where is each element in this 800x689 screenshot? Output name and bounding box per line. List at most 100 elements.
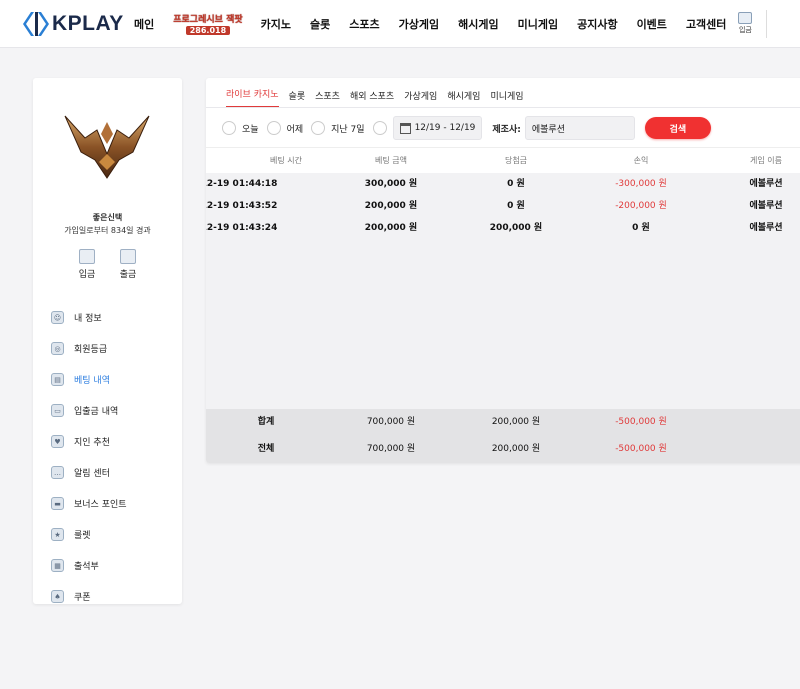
nav-customer-center[interactable]: 고객센터 bbox=[686, 16, 726, 32]
total-win: 200,000 원 bbox=[491, 444, 541, 454]
top-header: KPLAY 메인 프로그레시브 잭팟 286.018 카지노 슬롯 스포츠 가상… bbox=[0, 0, 800, 48]
total-label: 전체 bbox=[257, 444, 275, 454]
column-bet-time: 베팅 시간 bbox=[270, 156, 302, 165]
deposit-icon bbox=[79, 249, 95, 264]
bet-time: 12-19 01:44:18 bbox=[206, 179, 278, 189]
username: 좋은신택 bbox=[92, 213, 123, 222]
subtotal-row: 합계 700,000 원 200,000 원 -500,000 원 bbox=[206, 409, 800, 436]
sidebar-item-my-info[interactable]: ☺ 내 정보 bbox=[51, 302, 176, 333]
jackpot-label: 프로그레시브 잭팟 bbox=[173, 15, 243, 25]
bet-amount: 200,000 원 bbox=[364, 201, 418, 211]
column-profit-loss: 손익 bbox=[633, 156, 649, 165]
tab-mini-game[interactable]: 미니게임 bbox=[490, 89, 523, 108]
kplay-logo[interactable]: KPLAY bbox=[22, 11, 126, 37]
subtotal-label: 합계 bbox=[257, 417, 275, 427]
bet-amount: 200,000 원 bbox=[364, 223, 418, 233]
sidebar-item-betting-history[interactable]: ▤ 베팅 내역 bbox=[51, 364, 176, 395]
column-bet-amount: 베팅 금액 bbox=[375, 156, 407, 165]
sidebar-item-label: 회원등급 bbox=[74, 345, 108, 355]
search-button[interactable]: 검색 bbox=[644, 117, 711, 139]
calendar-icon bbox=[399, 122, 411, 134]
sidebar-item-label: 내 정보 bbox=[74, 314, 102, 324]
table-row: 12-19 01:43:52 200,000 원 0 원 -200,000 원 … bbox=[206, 195, 800, 217]
header-deposit-button[interactable]: 입금 bbox=[738, 12, 753, 35]
nav-notice[interactable]: 공지사항 bbox=[577, 16, 617, 32]
total-pl: -500,000 원 bbox=[615, 444, 667, 454]
header-deposit-label: 입금 bbox=[738, 26, 752, 34]
radio-last7-label: 지난 7일 bbox=[331, 124, 365, 135]
tab-live-casino[interactable]: 라이브 카지노 bbox=[226, 87, 279, 108]
tab-virtual-game[interactable]: 가상게임 bbox=[404, 89, 437, 108]
provider-label: 제조사: bbox=[492, 124, 521, 135]
sidebar-item-notification-center[interactable]: … 알림 센터 bbox=[51, 457, 176, 488]
sidebar-item-member-grade[interactable]: ◎ 회원등급 bbox=[51, 333, 176, 364]
bonus-icon: ▬ bbox=[51, 497, 64, 510]
nav-casino[interactable]: 카지노 bbox=[261, 16, 291, 32]
nav-virtual-game[interactable]: 가상게임 bbox=[399, 16, 439, 32]
table-row: 12-19 01:44:18 300,000 원 0 원 -300,000 원 … bbox=[206, 173, 800, 195]
filter-bar: 오늘 어제 지난 7일 12/19 - 12/19 제조사: 검색 bbox=[222, 115, 711, 141]
referral-icon: ♥ bbox=[51, 435, 64, 448]
table-body: 12-19 01:44:18 300,000 원 0 원 -300,000 원 … bbox=[206, 173, 800, 409]
radio-today-label: 오늘 bbox=[242, 124, 259, 135]
game-category-tabs: 라이브 카지노 슬롯 스포츠 해외 스포츠 가상게임 해시게임 미니게임 bbox=[226, 87, 534, 108]
sidebar-item-label: 보너스 포인트 bbox=[74, 500, 127, 510]
sidebar-item-roulette[interactable]: ★ 룰렛 bbox=[51, 519, 176, 550]
radio-last-7-days[interactable]: 지난 7일 bbox=[311, 121, 365, 135]
sidebar-item-attendance[interactable]: ▦ 출석부 bbox=[51, 550, 176, 581]
nav-hash-game[interactable]: 해시게임 bbox=[458, 16, 498, 32]
transaction-icon: ▭ bbox=[51, 404, 64, 417]
radio-today[interactable]: 오늘 bbox=[222, 121, 259, 135]
membership-duration: 가입일로부터 834일 경과 bbox=[64, 226, 151, 235]
winnings: 0 원 bbox=[507, 201, 525, 211]
tab-sports[interactable]: 스포츠 bbox=[315, 89, 340, 108]
deposit-button[interactable]: 입금 bbox=[72, 249, 102, 280]
sidebar-item-transaction-history[interactable]: ▭ 입출금 내역 bbox=[51, 395, 176, 426]
provider-input[interactable] bbox=[524, 116, 635, 140]
nav-sports[interactable]: 스포츠 bbox=[349, 16, 379, 32]
nav-slot[interactable]: 슬롯 bbox=[310, 16, 330, 32]
chat-icon: … bbox=[51, 466, 64, 479]
sidebar-item-bonus-point[interactable]: ▬ 보너스 포인트 bbox=[51, 488, 176, 519]
nav-progressive-jackpot[interactable]: 프로그레시브 잭팟 286.018 bbox=[173, 12, 243, 35]
radio-circle bbox=[372, 121, 387, 135]
date-range-picker[interactable]: 12/19 - 12/19 bbox=[392, 116, 483, 140]
nav-event[interactable]: 이벤트 bbox=[637, 16, 667, 32]
nav-main[interactable]: 메인 bbox=[134, 16, 154, 32]
sidebar-item-label: 룰렛 bbox=[74, 531, 91, 541]
header-divider bbox=[766, 9, 768, 38]
radio-circle bbox=[311, 121, 326, 135]
withdraw-button[interactable]: 출금 bbox=[113, 249, 143, 280]
main-nav: 메인 프로그레시브 잭팟 286.018 카지노 슬롯 스포츠 가상게임 해시게… bbox=[134, 9, 768, 38]
sidebar-item-label: 베팅 내역 bbox=[74, 376, 110, 386]
column-game-name: 게임 이름 bbox=[750, 156, 782, 165]
sidebar-item-label: 출석부 bbox=[74, 562, 99, 572]
total-row: 전체 700,000 원 200,000 원 -500,000 원 bbox=[206, 436, 800, 463]
nav-mini-game[interactable]: 미니게임 bbox=[518, 16, 558, 32]
sidebar-item-label: 알림 센터 bbox=[74, 469, 110, 479]
subtotal-pl: -500,000 원 bbox=[615, 417, 667, 427]
bet-time: 12-19 01:43:52 bbox=[206, 201, 278, 211]
radio-circle bbox=[222, 121, 236, 135]
radio-circle bbox=[266, 121, 281, 135]
sidebar-item-coupon[interactable]: ♠ 쿠폰 bbox=[51, 581, 176, 612]
grade-icon: ◎ bbox=[51, 342, 64, 355]
sidebar-item-label: 쿠폰 bbox=[74, 593, 91, 603]
table-footer: 합계 700,000 원 200,000 원 -500,000 원 전체 700… bbox=[206, 409, 800, 463]
radio-yesterday[interactable]: 어제 bbox=[266, 121, 303, 135]
date-range-value: 12/19 - 12/19 bbox=[414, 123, 476, 133]
tab-overseas-sports[interactable]: 해외 스포츠 bbox=[350, 89, 394, 108]
table-header: 베팅 시간 베팅 금액 당첨금 손익 게임 이름 bbox=[206, 147, 800, 173]
kplay-logo-icon bbox=[23, 11, 49, 36]
tabs-divider bbox=[206, 107, 800, 108]
radio-custom-range[interactable] bbox=[372, 121, 387, 135]
withdraw-label: 출금 bbox=[119, 270, 137, 280]
sidebar-item-referral[interactable]: ♥ 지인 추천 bbox=[51, 426, 176, 457]
tab-hash-game[interactable]: 해시게임 bbox=[447, 89, 480, 108]
tab-slot[interactable]: 슬롯 bbox=[289, 89, 306, 108]
profit-loss: -300,000 원 bbox=[615, 179, 667, 189]
subtotal-bet: 700,000 원 bbox=[366, 417, 416, 427]
jackpot-value: 286.018 bbox=[185, 26, 231, 35]
coupon-icon: ♠ bbox=[51, 590, 64, 603]
sidebar-menu: ☺ 내 정보 ◎ 회원등급 ▤ 베팅 내역 ▭ 입출금 내역 ♥ 지인 추천 …… bbox=[51, 302, 176, 612]
